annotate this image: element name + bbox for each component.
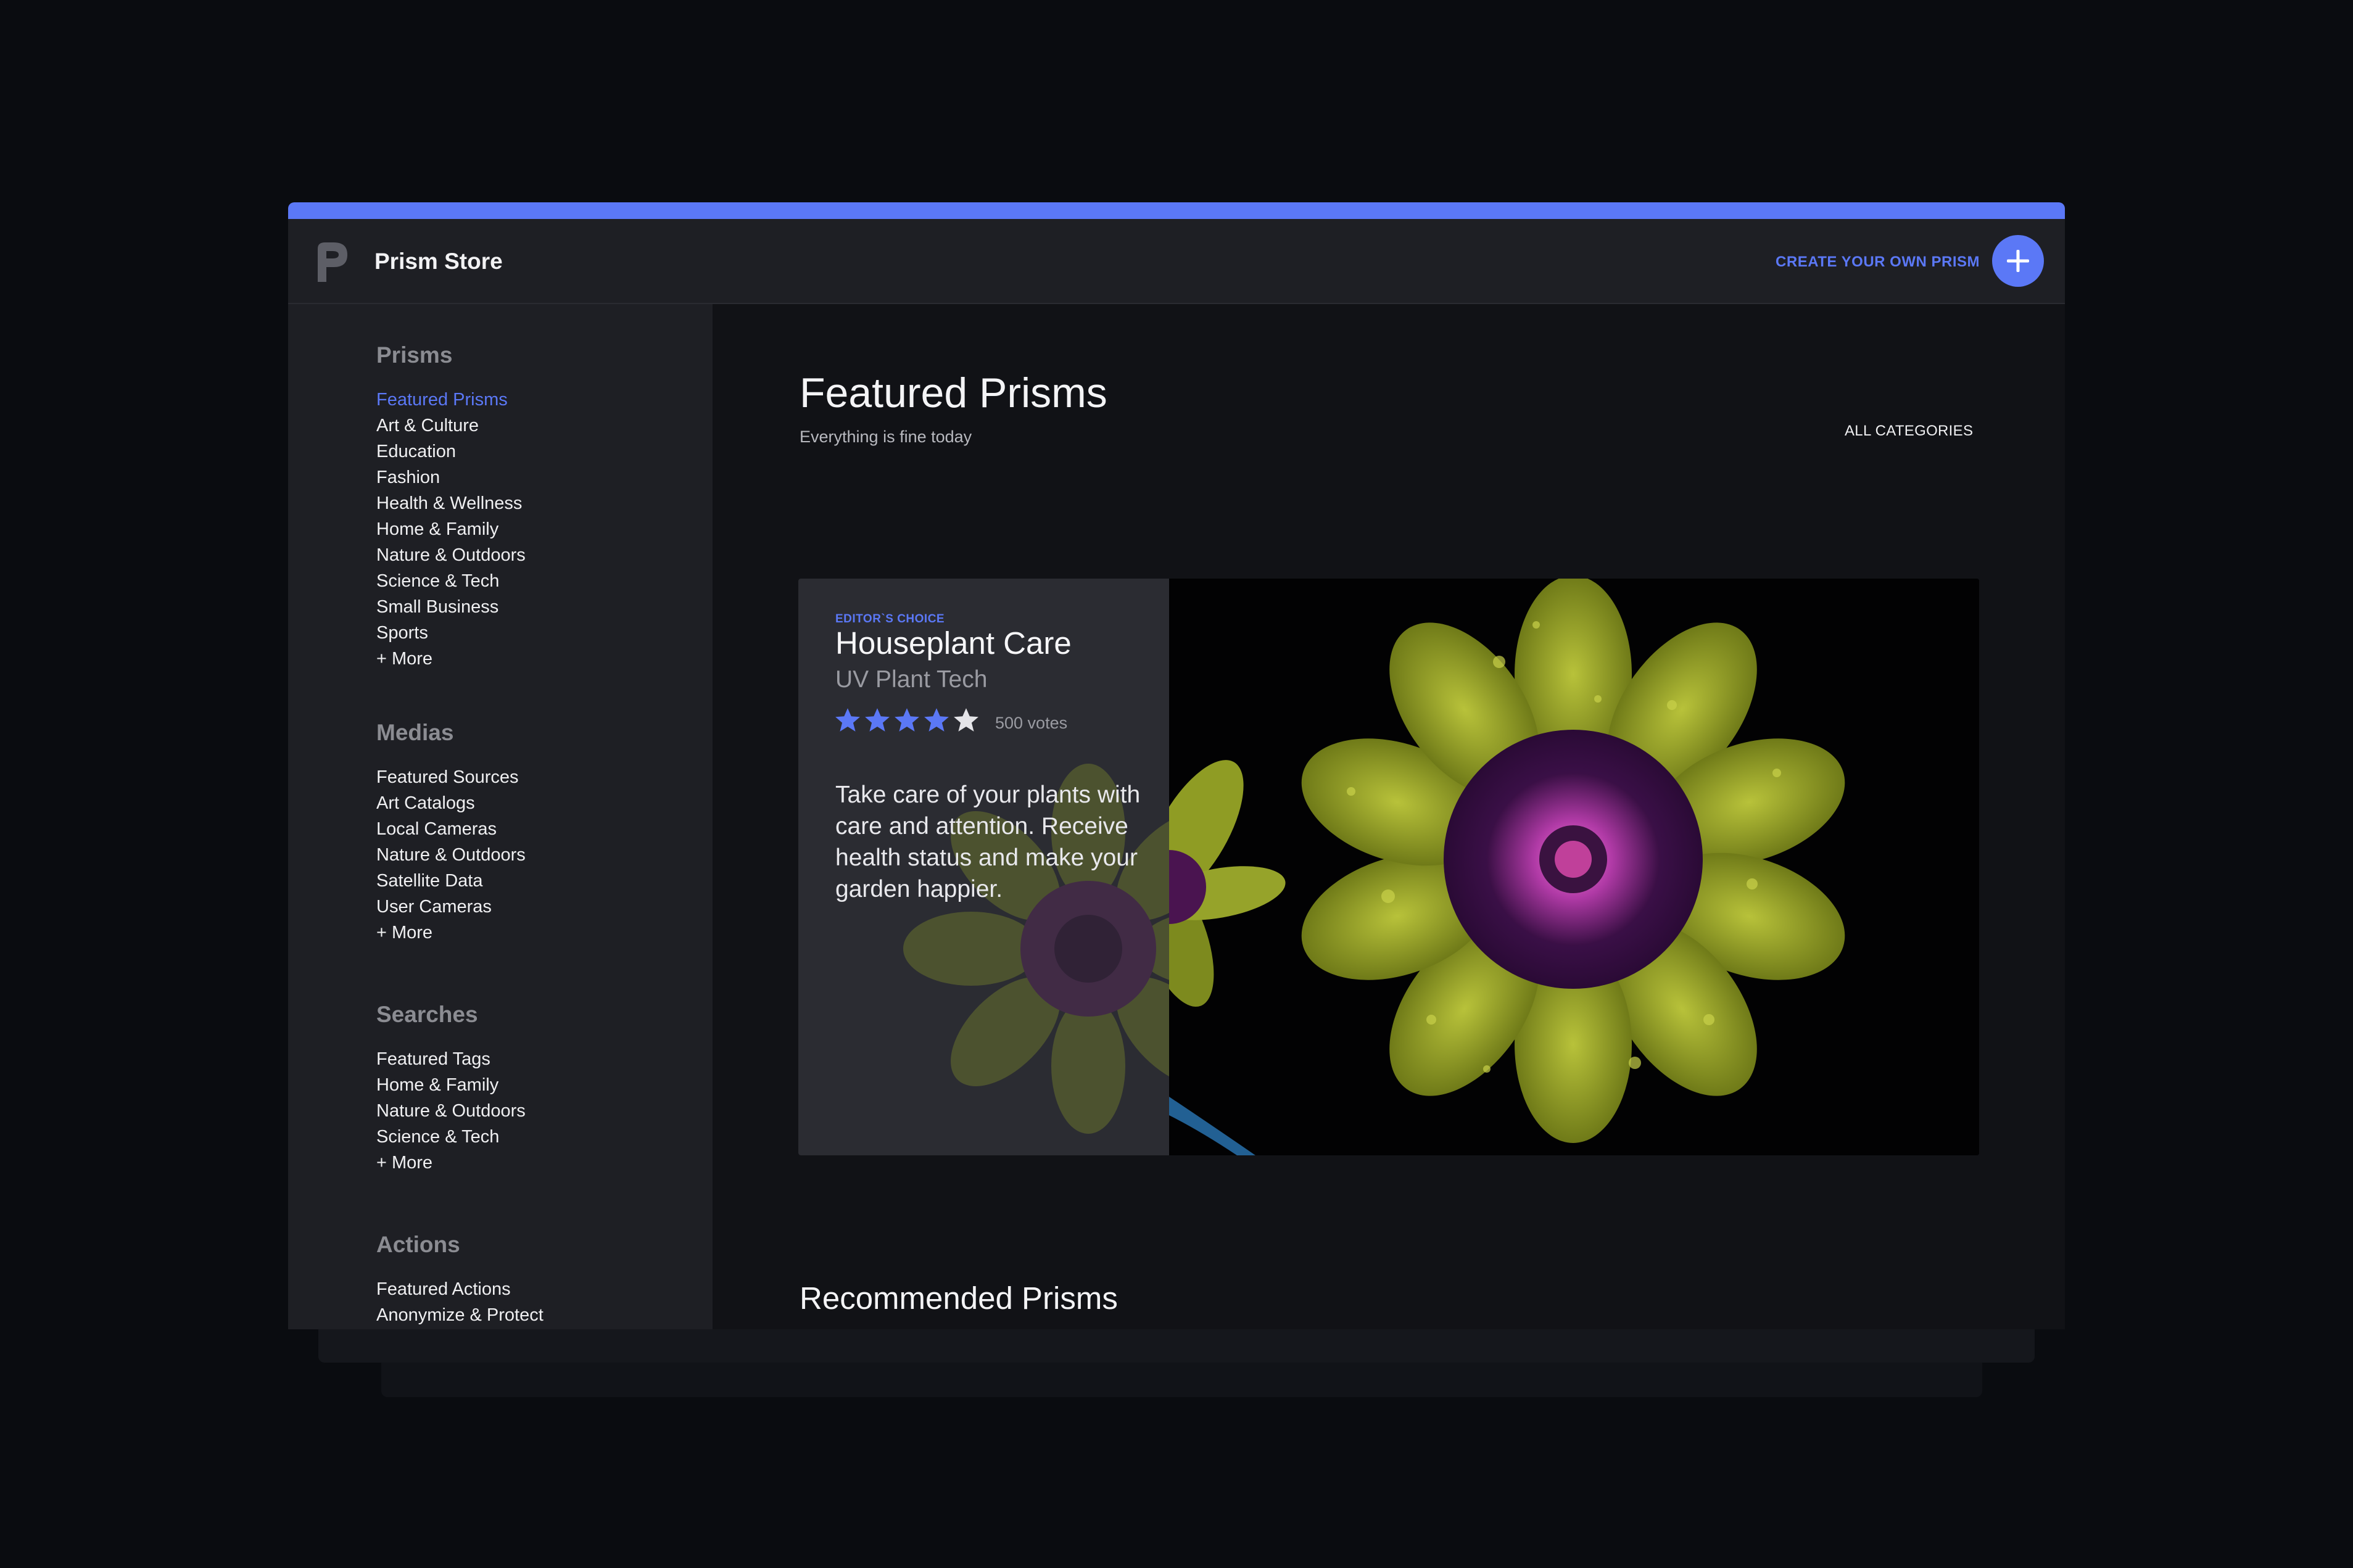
- star-filled-icon: [865, 708, 890, 732]
- featured-title: Houseplant Care: [835, 625, 1072, 661]
- sidebar-item-education[interactable]: Education: [376, 439, 526, 464]
- sidebar-section-medias: Medias Featured Sources Art Catalogs Loc…: [376, 720, 526, 946]
- sidebar: Prisms Featured Prisms Art & Culture Edu…: [288, 304, 713, 1329]
- sidebar-item-health-wellness[interactable]: Health & Wellness: [376, 490, 526, 516]
- sidebar-item-art-culture[interactable]: Art & Culture: [376, 413, 526, 439]
- plus-icon: [2007, 250, 2029, 272]
- uv-flower-image: [1132, 579, 1979, 1155]
- sidebar-item-more[interactable]: + More: [376, 646, 526, 672]
- star-filled-icon: [835, 708, 860, 732]
- sidebar-item-featured-tags[interactable]: Featured Tags: [376, 1046, 526, 1072]
- create-prism-button[interactable]: [1992, 235, 2044, 287]
- accent-bar: [288, 202, 2065, 219]
- sidebar-item-nature-outdoors[interactable]: Nature & Outdoors: [376, 842, 526, 868]
- sidebar-item-user-cameras[interactable]: User Cameras: [376, 894, 526, 920]
- all-categories-link[interactable]: ALL CATEGORIES: [1845, 423, 1973, 440]
- sidebar-item-small-business[interactable]: Small Business: [376, 594, 526, 620]
- star-filled-icon: [924, 708, 949, 732]
- sidebar-item-featured-actions[interactable]: Featured Actions: [376, 1276, 544, 1302]
- window-shadow: [318, 1329, 2035, 1363]
- sidebar-section-title: Actions: [376, 1232, 460, 1257]
- sidebar-item-sports[interactable]: Sports: [376, 620, 526, 646]
- sidebar-item-art-catalogs[interactable]: Art Catalogs: [376, 790, 526, 816]
- sidebar-item-home-family[interactable]: Home & Family: [376, 516, 526, 542]
- sidebar-section-actions: Actions Featured Actions Anonymize & Pro…: [376, 1232, 544, 1328]
- app-title: Prism Store: [374, 249, 503, 274]
- sidebar-item-science-tech[interactable]: Science & Tech: [376, 1124, 526, 1150]
- sidebar-section-title: Searches: [376, 1002, 478, 1027]
- sidebar-item-featured-sources[interactable]: Featured Sources: [376, 764, 526, 790]
- create-prism-link[interactable]: CREATE YOUR OWN PRISM: [1776, 254, 1980, 271]
- main-content: Featured Prisms Everything is fine today…: [713, 304, 2065, 1329]
- prism-logo-icon[interactable]: [313, 240, 350, 283]
- sidebar-item-home-family[interactable]: Home & Family: [376, 1072, 526, 1098]
- recommended-title: Recommended Prisms: [800, 1281, 1118, 1316]
- window-shadow-2: [381, 1363, 1982, 1397]
- featured-prism-card[interactable]: EDITOR`S CHOICE Houseplant Care UV Plant…: [798, 579, 1979, 1155]
- sidebar-item-more[interactable]: + More: [376, 920, 526, 946]
- sidebar-item-anonymize-protect[interactable]: Anonymize & Protect: [376, 1302, 544, 1328]
- sidebar-item-science-tech[interactable]: Science & Tech: [376, 568, 526, 594]
- sidebar-section-title: Prisms: [376, 342, 453, 368]
- sidebar-item-more[interactable]: + More: [376, 1150, 526, 1176]
- sidebar-item-nature-outdoors[interactable]: Nature & Outdoors: [376, 542, 526, 568]
- featured-subtitle: UV Plant Tech: [835, 666, 988, 693]
- sidebar-item-nature-outdoors[interactable]: Nature & Outdoors: [376, 1098, 526, 1124]
- editors-choice-badge: EDITOR`S CHOICE: [835, 613, 945, 625]
- star-empty-icon: [954, 708, 978, 732]
- app-window: Prism Store CREATE YOUR OWN PRISM Prisms…: [288, 202, 2065, 1329]
- sidebar-section-title: Medias: [376, 720, 454, 745]
- sidebar-item-fashion[interactable]: Fashion: [376, 464, 526, 490]
- votes-count: 500 votes: [995, 714, 1068, 732]
- featured-description: Take care of your plants with care and a…: [835, 782, 1141, 902]
- sidebar-item-local-cameras[interactable]: Local Cameras: [376, 816, 526, 842]
- page-title: Featured Prisms: [800, 369, 1107, 416]
- featured-info-panel: EDITOR`S CHOICE Houseplant Care UV Plant…: [798, 579, 1169, 1155]
- sidebar-item-featured-prisms[interactable]: Featured Prisms: [376, 387, 526, 413]
- sidebar-item-satellite-data[interactable]: Satellite Data: [376, 868, 526, 894]
- star-rating: [834, 707, 980, 733]
- sidebar-section-searches: Searches Featured Tags Home & Family Nat…: [376, 1002, 526, 1176]
- page-subtitle: Everything is fine today: [800, 427, 972, 446]
- sidebar-section-prisms: Prisms Featured Prisms Art & Culture Edu…: [376, 342, 526, 672]
- app-header: Prism Store CREATE YOUR OWN PRISM: [288, 219, 2065, 304]
- star-filled-icon: [895, 708, 919, 732]
